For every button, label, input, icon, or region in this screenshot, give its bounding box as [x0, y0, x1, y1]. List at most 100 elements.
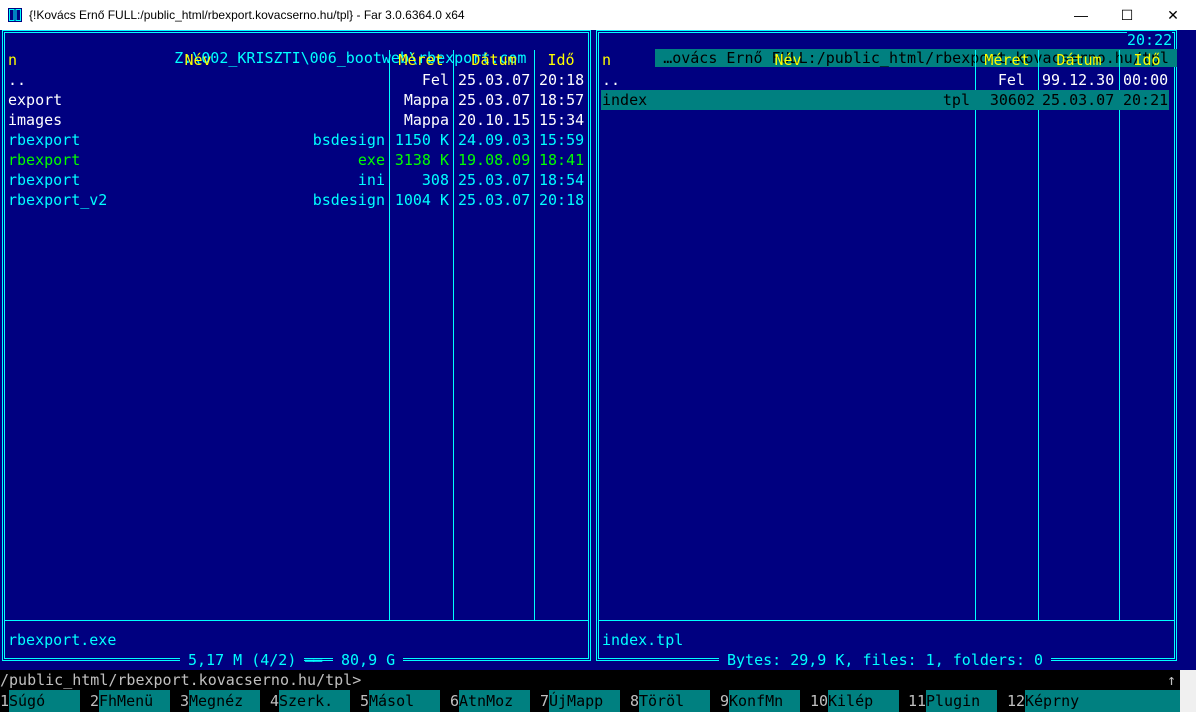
scroll-up-icon[interactable]: ↑ [1167, 671, 1176, 689]
file-row-time: 18:54 [539, 171, 585, 189]
fkey-config-button[interactable]: KonfMn [729, 690, 800, 712]
fkey-copy-button[interactable]: Másol [369, 690, 440, 712]
file-row-size: 3138 K [394, 151, 449, 169]
minimize-button[interactable]: — [1058, 0, 1104, 30]
column-header-time[interactable]: Idő [536, 51, 586, 69]
file-row-name[interactable]: rbexport [8, 131, 80, 149]
column-divider [1038, 50, 1039, 620]
fkey-edit-button[interactable]: Szerk. [279, 690, 350, 712]
right-panel-frame [596, 30, 1177, 661]
file-row-name[interactable]: rbexport_v2 [8, 191, 107, 209]
file-row-ext: exe [357, 151, 385, 169]
fkey-delete-button[interactable]: Töröl [639, 690, 710, 712]
file-row-name[interactable]: index [602, 91, 647, 109]
fkey-number: 3 [180, 692, 190, 710]
file-row-date: 25.03.07 [458, 171, 531, 189]
file-row-ext: ini [357, 171, 385, 189]
file-row-name[interactable]: .. [8, 71, 26, 89]
window-titlebar: {!Kovács Ernő FULL:/public_html/rbexport… [0, 0, 1196, 30]
left-current-file: rbexport.exe [8, 631, 117, 649]
left-panel-free-space: 80,9 G [333, 651, 404, 669]
maximize-button[interactable]: ☐ [1104, 0, 1150, 30]
file-row-date: 25.03.07 [458, 71, 531, 89]
file-row-size: Fel [421, 71, 449, 89]
command-prompt: /public_html/rbexport.kovacserno.hu/tpl> [0, 671, 362, 689]
file-row-size: 308 [421, 171, 449, 189]
fkey-help-button[interactable]: Súgó [9, 690, 80, 712]
column-divider [534, 50, 535, 620]
column-header-date[interactable]: Dátum [455, 51, 533, 69]
file-row-ext: bsdesign [312, 191, 385, 209]
panel-divider [599, 620, 1174, 621]
file-row-size: 1004 K [394, 191, 449, 209]
file-row-date: 25.03.07 [458, 191, 531, 209]
console-scrollbar[interactable] [1180, 670, 1196, 712]
fkey-number: 5 [360, 692, 370, 710]
file-row-time: 20:18 [539, 191, 585, 209]
close-button[interactable]: ✕ [1150, 0, 1196, 30]
file-row-time: 15:34 [539, 111, 585, 129]
file-row-name[interactable]: rbexport [8, 171, 80, 189]
column-header-size[interactable]: Méret [977, 51, 1037, 69]
file-row-size: 30602 [989, 91, 1035, 109]
fkey-number: 11 [908, 692, 927, 710]
fkey-number: 12 [1007, 692, 1026, 710]
file-row-date: 20.10.15 [458, 111, 531, 129]
fkey-number: 9 [720, 692, 730, 710]
file-row-time: 15:59 [539, 131, 585, 149]
fkey-mkdir-button[interactable]: ÚjMapp [549, 690, 620, 712]
column-divider [975, 50, 976, 620]
clock: 20:22 [1127, 31, 1173, 49]
file-row-name[interactable]: .. [602, 71, 620, 89]
column-header-date[interactable]: Dátum [1040, 51, 1118, 69]
right-current-file: index.tpl [602, 631, 684, 649]
fkey-number: 4 [270, 692, 280, 710]
fkey-number: 2 [90, 692, 100, 710]
column-header-name[interactable]: Név [602, 51, 974, 69]
function-key-bar: 1 Súgó 2 FhMenü 3 Megnéz 4 Szerk. 5 Máso… [0, 690, 1180, 712]
file-row-time: 20:21 [1123, 91, 1169, 109]
column-header-size[interactable]: Méret [391, 51, 451, 69]
file-row-date: 19.08.09 [458, 151, 531, 169]
fkey-usermenu-button[interactable]: FhMenü [99, 690, 170, 712]
left-panel-status: 5,17 M (4/2) [180, 651, 305, 669]
file-row-ext: tpl [942, 91, 970, 109]
file-row-date: 99.12.30 [1042, 71, 1115, 89]
file-row-size: Mappa [403, 91, 449, 109]
fkey-number: 6 [450, 692, 460, 710]
file-row-date: 25.03.07 [458, 91, 531, 109]
far-app-icon [8, 8, 22, 22]
file-row-time: 20:18 [539, 71, 585, 89]
file-row-date: 24.09.03 [458, 131, 531, 149]
far-console: Z:\002_KRISZTI\006_bootweb\rbexport.com … [0, 30, 1196, 712]
file-row-size: Fel [997, 71, 1025, 89]
fkey-plugin-button[interactable]: Plugin [926, 690, 997, 712]
fkey-number: 7 [540, 692, 550, 710]
file-row-time: 18:41 [539, 151, 585, 169]
fkey-view-button[interactable]: Megnéz [189, 690, 260, 712]
file-row-name[interactable]: export [8, 91, 62, 109]
fkey-screen-button[interactable]: Képrny [1025, 690, 1180, 712]
column-divider [1119, 50, 1120, 620]
fkey-number: 8 [630, 692, 640, 710]
column-divider [453, 50, 454, 620]
column-divider [389, 50, 390, 620]
fkey-number: 10 [810, 692, 829, 710]
file-row-name[interactable]: images [8, 111, 62, 129]
file-row-ext: bsdesign [312, 131, 385, 149]
window-title: {!Kovács Ernő FULL:/public_html/rbexport… [29, 8, 465, 22]
column-header-time[interactable]: Idő [1121, 51, 1173, 69]
file-row-date: 25.03.07 [1042, 91, 1115, 109]
column-header-name[interactable]: Név [8, 51, 388, 69]
file-row-size: Mappa [403, 111, 449, 129]
file-row-name[interactable]: rbexport [8, 151, 80, 169]
file-row-size: 1150 K [394, 131, 449, 149]
file-row-time: 18:57 [539, 91, 585, 109]
file-row-time: 00:00 [1123, 71, 1169, 89]
fkey-quit-button[interactable]: Kilép [828, 690, 899, 712]
fkey-move-button[interactable]: AtnMoz [459, 690, 530, 712]
fkey-number: 1 [0, 692, 10, 710]
command-line[interactable]: /public_html/rbexport.kovacserno.hu/tpl>… [0, 670, 1196, 690]
panel-divider [5, 620, 588, 621]
right-panel-status: Bytes: 29,9 K, files: 1, folders: 0 [719, 651, 1052, 669]
